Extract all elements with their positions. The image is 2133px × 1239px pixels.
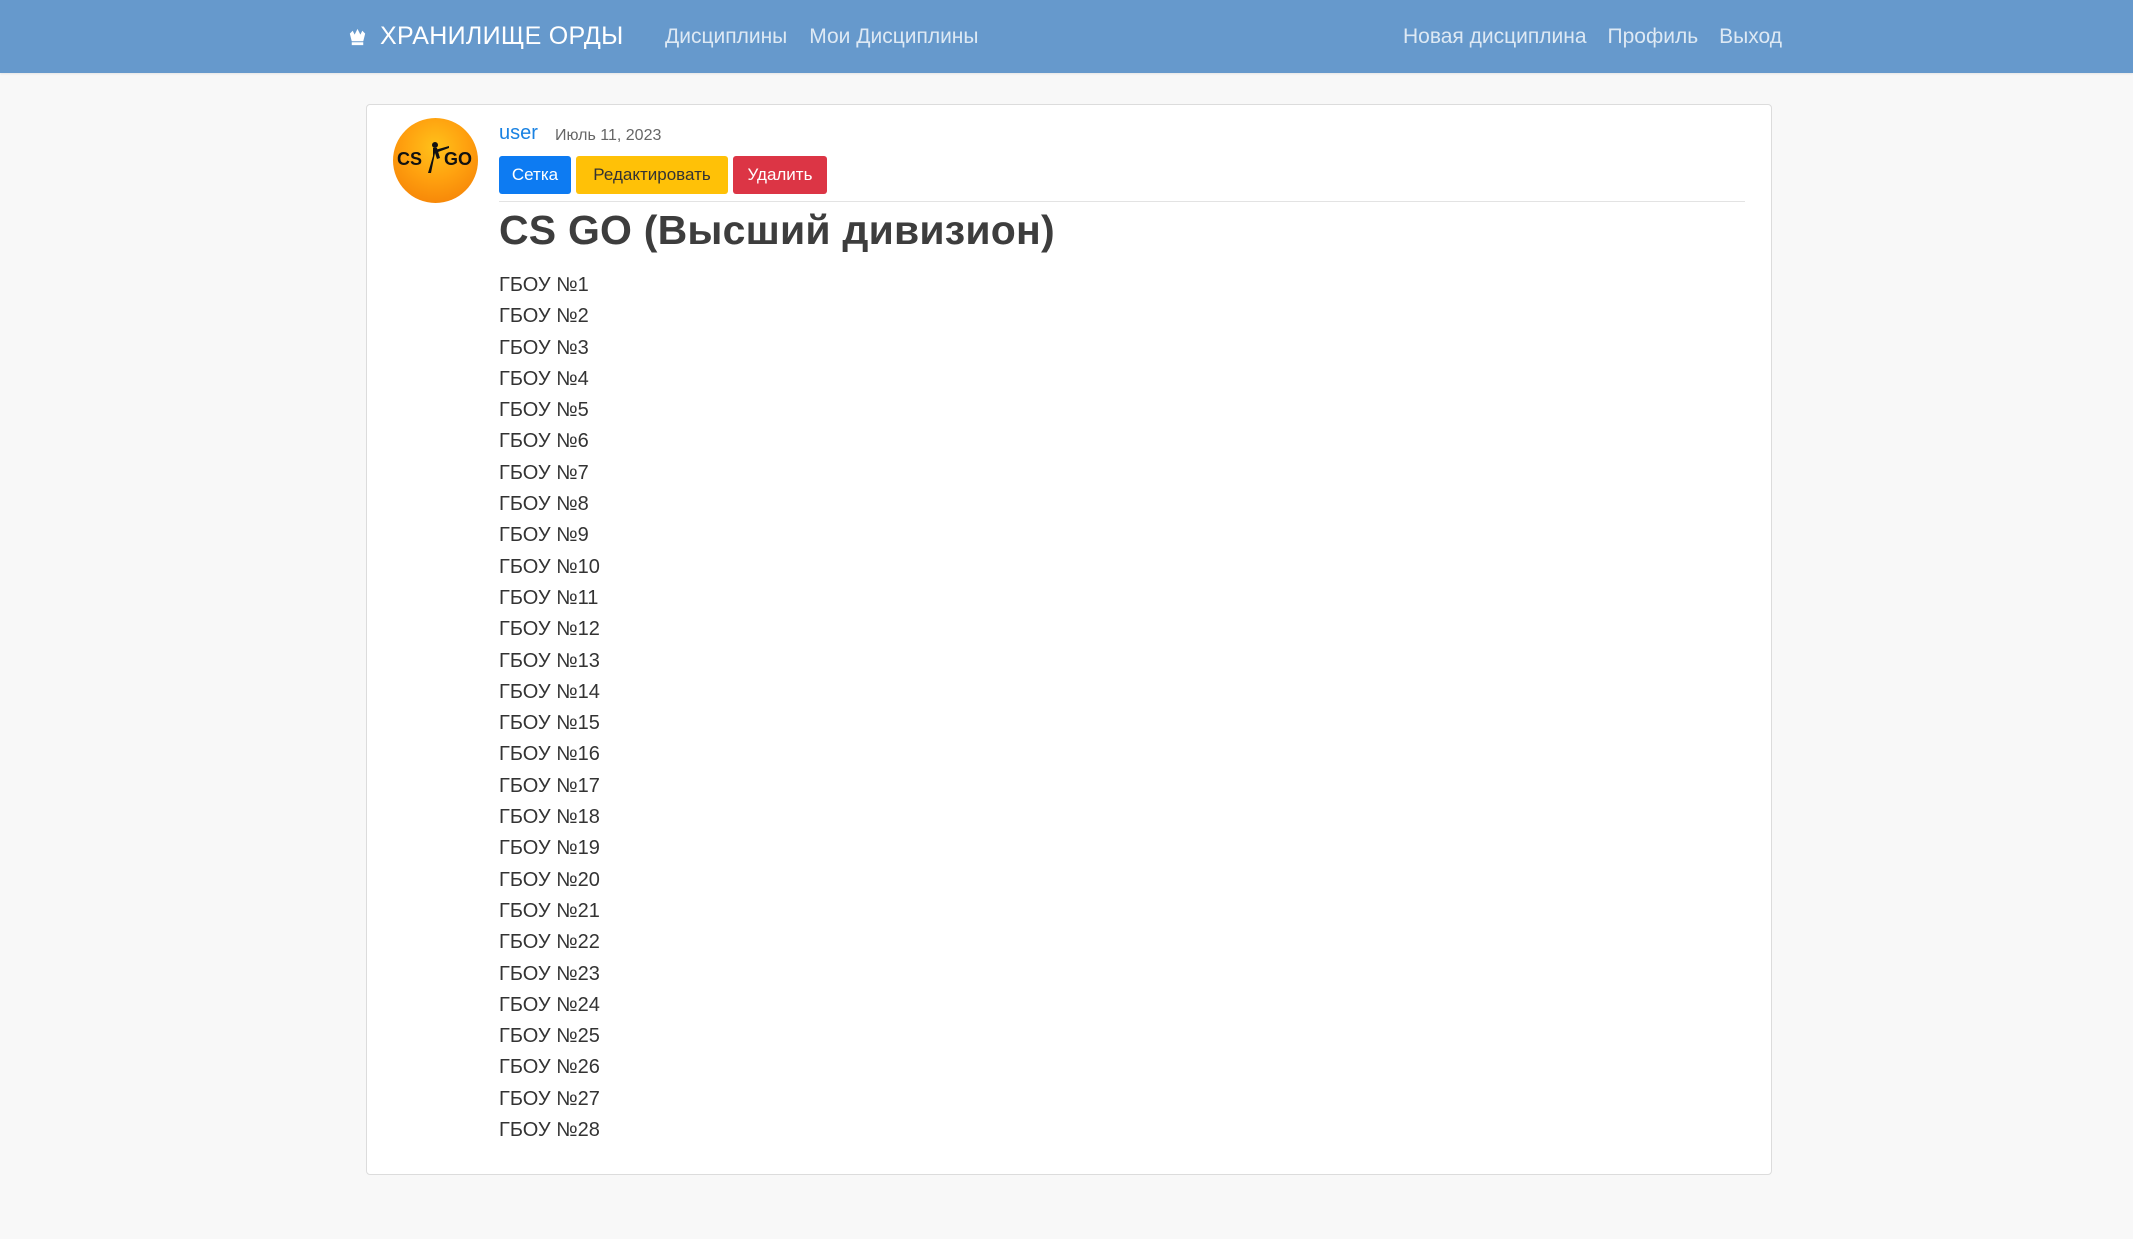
list-item: ГБОУ №11 [499,586,599,609]
list-item: ГБОУ №10 [499,555,600,578]
list-item: ГБОУ №25 [499,1025,600,1048]
crown-icon [349,28,366,46]
list-item: ГБОУ №23 [499,962,600,985]
list-item: ГБОУ №1 [499,274,589,296]
action-buttons: Сетка Редактировать Удалить [499,156,832,194]
list-item: ГБОУ №9 [499,524,589,547]
list-item: ГБОУ №14 [499,680,600,703]
list-item: ГБОУ №5 [499,399,589,422]
avatar: CS GO [393,118,478,203]
nav-left-links: Дисциплины Мои Дисциплины [665,0,1001,73]
list-item: ГБОУ №8 [499,493,589,516]
list-item: ГБОУ №13 [499,649,600,672]
nav-right-links: Новая дисциплина Профиль Выход [1382,0,1782,73]
csgo-logo: CS GO [397,142,472,173]
list-item: ГБОУ №22 [499,931,600,954]
nav-profile[interactable]: Профиль [1608,25,1699,49]
list-item: ГБОУ №7 [499,461,589,484]
list-item: ГБОУ №21 [499,899,600,922]
discipline-title: CS GO (Высший дивизион) [499,207,1055,253]
nav-new-discipline[interactable]: Новая дисциплина [1403,25,1587,49]
brand-link[interactable]: ХРАНИЛИЩЕ ОРДЫ [346,0,624,73]
grid-button[interactable]: Сетка [499,156,571,194]
team-list: ГБОУ №1 ГБОУ №2 ГБОУ №3 ГБОУ №4 ГБОУ №5 … [499,270,600,1146]
svg-text:CS: CS [397,149,422,169]
list-item: ГБОУ №6 [499,430,589,453]
post-content: user Июль 11, 2023 Сетка Редактировать У… [499,105,1745,1141]
discipline-card: CS GO user Июль 11, 2023 Сетка Редактиро… [366,104,1772,1175]
list-item: ГБОУ №4 [499,367,589,390]
list-item: ГБОУ №26 [499,1056,600,1079]
post-date: Июль 11, 2023 [555,127,662,144]
list-item: ГБОУ №12 [499,618,600,641]
nav-my-disciplines[interactable]: Мои Дисциплины [809,25,978,49]
edit-button[interactable]: Редактировать [576,156,728,194]
list-item: ГБОУ №17 [499,774,600,797]
author-link[interactable]: user [499,122,538,145]
list-item: ГБОУ №15 [499,712,600,735]
list-item: ГБОУ №18 [499,806,600,829]
list-item: ГБОУ №27 [499,1087,600,1110]
nav-logout[interactable]: Выход [1719,25,1782,49]
list-item: ГБОУ №20 [499,868,600,891]
top-navbar: ХРАНИЛИЩЕ ОРДЫ Дисциплины Мои Дисциплины… [0,0,2133,73]
nav-disciplines[interactable]: Дисциплины [665,25,787,49]
post-meta: user Июль 11, 2023 [499,105,1745,149]
list-item: ГБОУ №28 [499,1119,600,1142]
delete-button[interactable]: Удалить [733,156,827,194]
list-item: ГБОУ №2 [499,305,589,328]
list-item: ГБОУ №19 [499,837,600,860]
svg-text:GO: GO [444,149,472,169]
brand-title: ХРАНИЛИЩЕ ОРДЫ [380,22,624,50]
meta-divider [499,201,1745,202]
list-item: ГБОУ №16 [499,743,600,766]
list-item: ГБОУ №3 [499,336,589,359]
list-item: ГБОУ №24 [499,993,600,1016]
